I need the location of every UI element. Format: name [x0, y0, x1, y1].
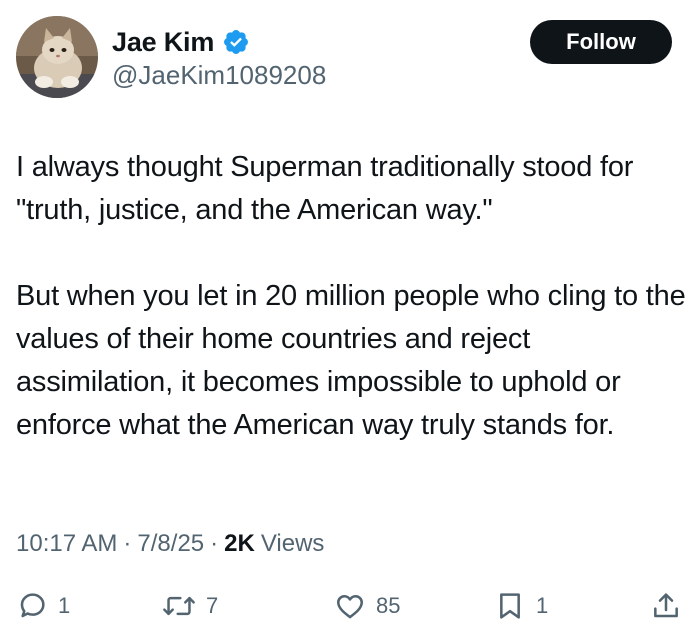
like-count: 85	[376, 593, 401, 618]
share-icon	[654, 593, 678, 618]
bookmark-button[interactable]: 1	[494, 584, 548, 628]
views-count: 2K	[224, 530, 255, 557]
like-button[interactable]: 85	[334, 584, 400, 628]
tweet-paragraph-1: I always thought Superman traditionally …	[16, 151, 634, 226]
reply-button[interactable]: 1	[16, 584, 70, 628]
reply-count: 1	[58, 593, 71, 618]
views-label: Views	[260, 530, 325, 557]
author-name-row: Jae Kim	[112, 24, 250, 60]
meta-separator: ·	[123, 530, 132, 557]
tweet-time[interactable]: 10:17 AM	[16, 530, 117, 558]
cat-avatar-image	[16, 16, 98, 98]
tweet-date[interactable]: 7/8/25	[137, 530, 204, 558]
heart-icon	[337, 595, 363, 619]
tweet-text: I always thought Superman traditionally …	[16, 146, 688, 447]
bookmark-icon	[500, 593, 520, 619]
retweet-button[interactable]: 7	[162, 584, 218, 628]
retweet-count: 7	[206, 593, 219, 618]
action-bar: 1 7 85 1	[0, 584, 700, 628]
share-button[interactable]	[650, 584, 682, 628]
meta-separator: ·	[210, 530, 219, 557]
bookmark-count: 1	[536, 593, 549, 618]
reply-icon	[20, 593, 45, 618]
tweet-card: Jae Kim @JaeKim1089208 Follow I always t…	[0, 0, 700, 637]
verified-badge-icon	[222, 28, 250, 56]
tweet-paragraph-2: But when you let in 20 million people wh…	[16, 280, 686, 441]
retweet-icon	[163, 596, 195, 616]
tweet-meta: 10:17 AM · 7/8/25 · 2K Views	[16, 530, 324, 558]
author-handle[interactable]: @JaeKim1089208	[112, 60, 326, 91]
display-name[interactable]: Jae Kim	[112, 27, 214, 58]
follow-button[interactable]: Follow	[530, 20, 672, 64]
avatar[interactable]	[16, 16, 98, 98]
